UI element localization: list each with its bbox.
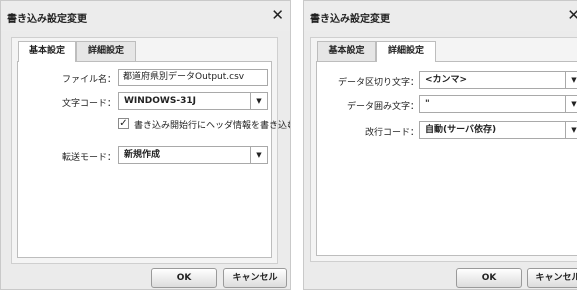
charcode-select-value: WINDOWS-31J <box>124 96 196 106</box>
ok-button[interactable]: OK <box>456 268 522 288</box>
ok-button[interactable]: OK <box>151 268 217 288</box>
chevron-down-icon[interactable]: ▼ <box>565 72 577 88</box>
settings-panel: 基本設定 詳細設定 ファイル名： 都道府県別データOutput.csv 文字コー… <box>11 37 290 264</box>
charcode-label: 文字コード： <box>61 99 116 109</box>
filename-field[interactable]: 都道府県別データOutput.csv <box>118 69 268 86</box>
quote-char-value: " <box>425 99 430 109</box>
transfer-mode-value: 新規作成 <box>124 150 161 160</box>
dialog-titlebar: 書き込み設定変更 ✕ <box>304 1 577 31</box>
transfer-mode-select[interactable]: 新規作成 ▼ <box>118 146 268 164</box>
quote-char-label: データ囲み文字： <box>346 102 419 112</box>
cancel-button[interactable]: キャンセル <box>223 268 287 288</box>
header-checkbox-label: 書き込み開始行にヘッダ情報を書き込む <box>134 121 291 131</box>
tab-advanced-settings[interactable]: 詳細設定 <box>376 41 436 62</box>
dialog-titlebar: 書き込み設定変更 ✕ <box>1 1 290 31</box>
chevron-down-icon[interactable]: ▼ <box>250 147 267 163</box>
close-icon[interactable]: ✕ <box>271 7 284 23</box>
newline-value: 自動(サーバ依存) <box>425 125 497 135</box>
charcode-select[interactable]: WINDOWS-31J ▼ <box>118 92 268 110</box>
chevron-down-icon[interactable]: ▼ <box>565 96 577 112</box>
tab-basic-settings[interactable]: 基本設定 <box>18 41 76 62</box>
transfer-mode-label: 転送モード： <box>61 153 116 163</box>
delimiter-label: データ区切り文字： <box>337 78 419 88</box>
tab-advanced-settings[interactable]: 詳細設定 <box>76 41 136 61</box>
dialog-title: 書き込み設定変更 <box>310 14 390 25</box>
tab-content: データ区切り文字： <カンマ> ▼ データ囲み文字： " ▼ 改行コード： 自動… <box>316 61 577 256</box>
header-checkbox[interactable]: ✓ <box>118 118 129 129</box>
write-settings-dialog-advanced: 書き込み設定変更 ✕ 基本設定 詳細設定 データ区切り文字： <カンマ> ▼ デ… <box>303 0 577 290</box>
chevron-down-icon[interactable]: ▼ <box>250 93 267 109</box>
settings-panel: 基本設定 詳細設定 データ区切り文字： <カンマ> ▼ データ囲み文字： " ▼… <box>310 37 577 262</box>
close-icon[interactable]: ✕ <box>567 7 577 23</box>
write-settings-dialog-basic: 書き込み設定変更 ✕ 基本設定 詳細設定 ファイル名： 都道府県別データOutp… <box>0 0 291 290</box>
newline-label: 改行コード： <box>364 128 419 138</box>
cancel-button[interactable]: キャンセル <box>527 268 577 288</box>
dialog-title: 書き込み設定変更 <box>7 14 87 25</box>
quote-char-select[interactable]: " ▼ <box>419 95 577 113</box>
chevron-down-icon[interactable]: ▼ <box>565 122 577 138</box>
tab-content: ファイル名： 都道府県別データOutput.csv 文字コード： WINDOWS… <box>17 61 290 258</box>
newline-select[interactable]: 自動(サーバ依存) ▼ <box>419 121 577 139</box>
tab-basic-settings[interactable]: 基本設定 <box>317 41 376 61</box>
delimiter-select[interactable]: <カンマ> ▼ <box>419 71 577 89</box>
filename-label: ファイル名： <box>61 75 116 85</box>
delimiter-select-value: <カンマ> <box>425 75 468 85</box>
check-icon: ✓ <box>119 118 128 129</box>
